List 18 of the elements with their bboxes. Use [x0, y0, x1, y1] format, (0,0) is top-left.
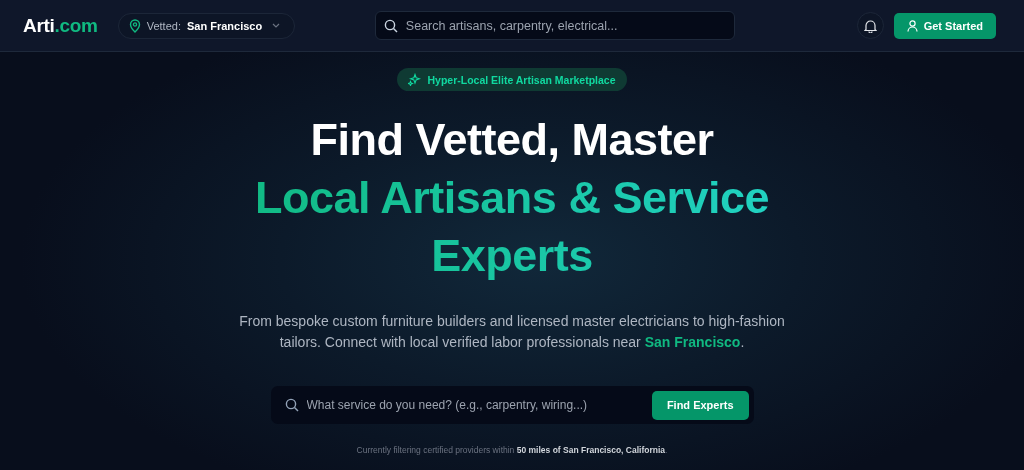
- search-field[interactable]: Search artisans, carpentry, electrical...: [374, 11, 735, 40]
- headline: Find Vetted, Master: [310, 113, 714, 167]
- logo[interactable]: Arti.com: [23, 14, 98, 37]
- sparkle-icon: [408, 73, 422, 86]
- chevron-icon: [272, 23, 281, 28]
- search-icon: [284, 398, 299, 412]
- service-search-field[interactable]: What service do you need? (e.g., carpentry, wiring...): [284, 390, 652, 420]
- pin-icon: [128, 18, 141, 33]
- filter-note: Currently filtering certified providers within 50 miles of San Francisco, California.: [356, 445, 668, 455]
- notification-button[interactable]: [856, 12, 884, 39]
- get-started-button[interactable]: Get Started: [893, 12, 996, 39]
- bell-icon: [863, 18, 877, 33]
- hero-description: From bespoke custom furniture builders and licensed master electricians to high-fashion tailors. Connect with local verified labor professionals near San Francisco.: [238, 312, 786, 352]
- tagline-text: Hyper-Local Elite Artisan Marketplace: [427, 73, 616, 86]
- location-selector[interactable]: Vetted: San Francisco: [117, 12, 296, 39]
- user-icon: [906, 19, 918, 32]
- find-experts-button[interactable]: Find Experts: [651, 390, 749, 420]
- service-search-bar[interactable]: What service do you need? (e.g., carpentry, wiring...) Find Experts: [270, 386, 754, 424]
